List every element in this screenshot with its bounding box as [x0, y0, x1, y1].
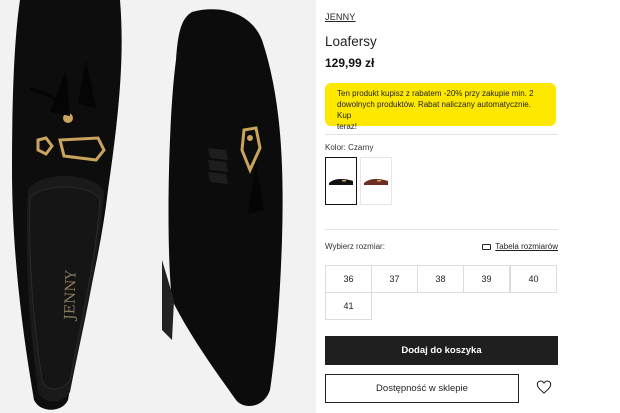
size-guide-link[interactable]: Tabela rozmiarów: [482, 242, 558, 251]
shoe-side-image: [162, 9, 283, 406]
shoe-top-image: JENNY: [12, 0, 122, 410]
color-swatch-brown[interactable]: [360, 157, 392, 205]
product-price: 129,99 zł: [325, 56, 375, 70]
product-photo-side-view[interactable]: [152, 0, 316, 413]
promo-text-line: teraz!: [337, 122, 358, 131]
color-swatch-black[interactable]: [325, 157, 357, 205]
ruler-icon: [482, 243, 492, 250]
size-option-38[interactable]: 38: [417, 265, 464, 293]
size-option-40[interactable]: 40: [510, 265, 557, 293]
color-label: Kolor: Czarny: [325, 143, 374, 152]
brown-shoe-thumbnail: [364, 178, 388, 185]
size-label: Wybierz rozmiar:: [325, 242, 385, 251]
size-option-37[interactable]: 37: [371, 265, 418, 293]
size-option-39[interactable]: 39: [463, 265, 510, 293]
product-details-panel: JENNY Loafersy 129,99 zł Ten produkt kup…: [325, 0, 620, 413]
black-shoe-thumbnail: [329, 178, 353, 185]
insole-logo: JENNY: [62, 269, 80, 322]
size-guide-label: Tabela rozmiarów: [495, 242, 558, 251]
add-to-cart-button[interactable]: Dodaj do koszyka: [325, 336, 558, 365]
store-availability-button[interactable]: Dostępność w sklepie: [325, 374, 519, 403]
product-gallery: JENNY: [0, 0, 316, 413]
heart-icon[interactable]: [536, 379, 552, 395]
brand-link[interactable]: JENNY: [325, 12, 356, 22]
product-photo-top-view[interactable]: JENNY: [0, 0, 148, 413]
promo-text-line: Ten produkt kupisz z rabatem -20% przy z…: [337, 89, 534, 98]
product-title: Loafersy: [325, 34, 377, 49]
promo-banner: Ten produkt kupisz z rabatem -20% przy z…: [325, 83, 556, 131]
promo-text-line: dowolnych produktów. Rabat naliczany aut…: [337, 100, 531, 120]
divider: [325, 229, 558, 230]
size-option-41[interactable]: 41: [325, 292, 372, 320]
size-option-36[interactable]: 36: [325, 265, 372, 293]
divider: [325, 134, 558, 135]
